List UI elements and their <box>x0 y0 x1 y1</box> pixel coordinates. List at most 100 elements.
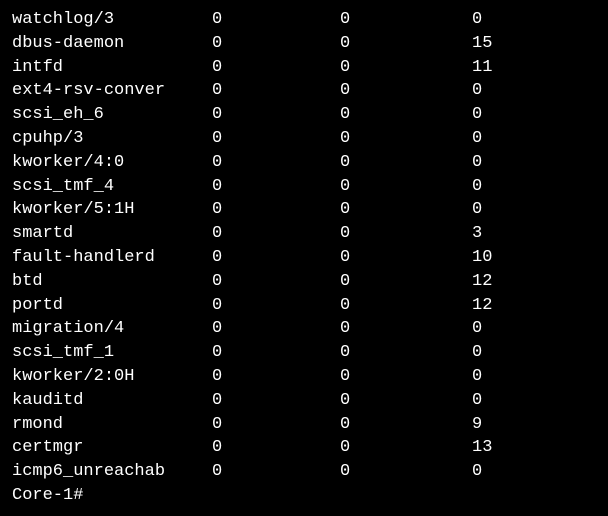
process-col-c: 12 <box>472 294 492 318</box>
process-col-b: 0 <box>340 294 472 318</box>
process-col-c: 0 <box>472 365 482 389</box>
table-row: portd0012 <box>12 294 596 318</box>
process-col-c: 13 <box>472 436 492 460</box>
process-name: certmgr <box>12 436 212 460</box>
table-row: kworker/2:0H000 <box>12 365 596 389</box>
process-name: rmond <box>12 413 212 437</box>
process-name: smartd <box>12 222 212 246</box>
process-col-c: 0 <box>472 151 482 175</box>
process-col-c: 0 <box>472 198 482 222</box>
table-row: smartd003 <box>12 222 596 246</box>
process-col-c: 0 <box>472 389 482 413</box>
table-row: watchlog/3000 <box>12 8 596 32</box>
table-row: ext4-rsv-conver000 <box>12 79 596 103</box>
process-col-b: 0 <box>340 341 472 365</box>
process-name: btd <box>12 270 212 294</box>
process-col-a: 0 <box>212 460 340 484</box>
table-row: rmond009 <box>12 413 596 437</box>
process-col-b: 0 <box>340 151 472 175</box>
process-col-c: 0 <box>472 127 482 151</box>
process-col-c: 12 <box>472 270 492 294</box>
table-row: icmp6_unreachab000 <box>12 460 596 484</box>
process-name: dbus-daemon <box>12 32 212 56</box>
process-col-a: 0 <box>212 32 340 56</box>
process-name: fault-handlerd <box>12 246 212 270</box>
process-col-c: 3 <box>472 222 482 246</box>
table-row: kauditd000 <box>12 389 596 413</box>
process-col-b: 0 <box>340 32 472 56</box>
process-col-b: 0 <box>340 317 472 341</box>
table-row: migration/4000 <box>12 317 596 341</box>
process-col-a: 0 <box>212 246 340 270</box>
process-col-a: 0 <box>212 436 340 460</box>
process-col-c: 0 <box>472 79 482 103</box>
table-row: btd0012 <box>12 270 596 294</box>
process-name: kworker/2:0H <box>12 365 212 389</box>
process-name: kworker/5:1H <box>12 198 212 222</box>
process-col-c: 11 <box>472 56 492 80</box>
process-col-b: 0 <box>340 198 472 222</box>
process-col-a: 0 <box>212 294 340 318</box>
process-col-a: 0 <box>212 8 340 32</box>
process-col-a: 0 <box>212 413 340 437</box>
process-col-a: 0 <box>212 79 340 103</box>
process-col-b: 0 <box>340 222 472 246</box>
process-col-b: 0 <box>340 103 472 127</box>
process-col-a: 0 <box>212 317 340 341</box>
process-name: watchlog/3 <box>12 8 212 32</box>
process-col-b: 0 <box>340 365 472 389</box>
process-col-b: 0 <box>340 436 472 460</box>
shell-prompt[interactable]: Core-1# <box>12 484 596 508</box>
process-col-c: 0 <box>472 8 482 32</box>
process-col-c: 0 <box>472 175 482 199</box>
process-name: kworker/4:0 <box>12 151 212 175</box>
process-col-a: 0 <box>212 198 340 222</box>
process-col-b: 0 <box>340 79 472 103</box>
process-col-c: 0 <box>472 341 482 365</box>
process-col-b: 0 <box>340 460 472 484</box>
table-row: cpuhp/3000 <box>12 127 596 151</box>
process-name: portd <box>12 294 212 318</box>
process-col-c: 0 <box>472 317 482 341</box>
process-name: intfd <box>12 56 212 80</box>
table-row: kworker/4:0000 <box>12 151 596 175</box>
table-row: scsi_tmf_4000 <box>12 175 596 199</box>
table-row: certmgr0013 <box>12 436 596 460</box>
process-name: scsi_tmf_1 <box>12 341 212 365</box>
process-col-c: 10 <box>472 246 492 270</box>
process-col-a: 0 <box>212 103 340 127</box>
process-col-a: 0 <box>212 175 340 199</box>
process-name: icmp6_unreachab <box>12 460 212 484</box>
process-name: scsi_tmf_4 <box>12 175 212 199</box>
process-col-c: 0 <box>472 460 482 484</box>
process-col-b: 0 <box>340 127 472 151</box>
process-col-b: 0 <box>340 246 472 270</box>
process-col-b: 0 <box>340 413 472 437</box>
process-col-a: 0 <box>212 56 340 80</box>
process-col-b: 0 <box>340 56 472 80</box>
process-col-a: 0 <box>212 270 340 294</box>
process-col-a: 0 <box>212 127 340 151</box>
process-name: migration/4 <box>12 317 212 341</box>
process-table: watchlog/3000dbus-daemon0015intfd0011ext… <box>12 8 596 484</box>
table-row: scsi_tmf_1000 <box>12 341 596 365</box>
process-name: scsi_eh_6 <box>12 103 212 127</box>
table-row: fault-handlerd0010 <box>12 246 596 270</box>
table-row: kworker/5:1H000 <box>12 198 596 222</box>
process-col-c: 0 <box>472 103 482 127</box>
process-col-a: 0 <box>212 365 340 389</box>
process-col-a: 0 <box>212 222 340 246</box>
table-row: dbus-daemon0015 <box>12 32 596 56</box>
process-col-b: 0 <box>340 175 472 199</box>
process-col-a: 0 <box>212 389 340 413</box>
process-col-b: 0 <box>340 270 472 294</box>
process-col-b: 0 <box>340 389 472 413</box>
process-name: ext4-rsv-conver <box>12 79 212 103</box>
process-col-c: 15 <box>472 32 492 56</box>
process-col-c: 9 <box>472 413 482 437</box>
process-col-a: 0 <box>212 341 340 365</box>
process-name: cpuhp/3 <box>12 127 212 151</box>
table-row: intfd0011 <box>12 56 596 80</box>
process-col-a: 0 <box>212 151 340 175</box>
process-name: kauditd <box>12 389 212 413</box>
